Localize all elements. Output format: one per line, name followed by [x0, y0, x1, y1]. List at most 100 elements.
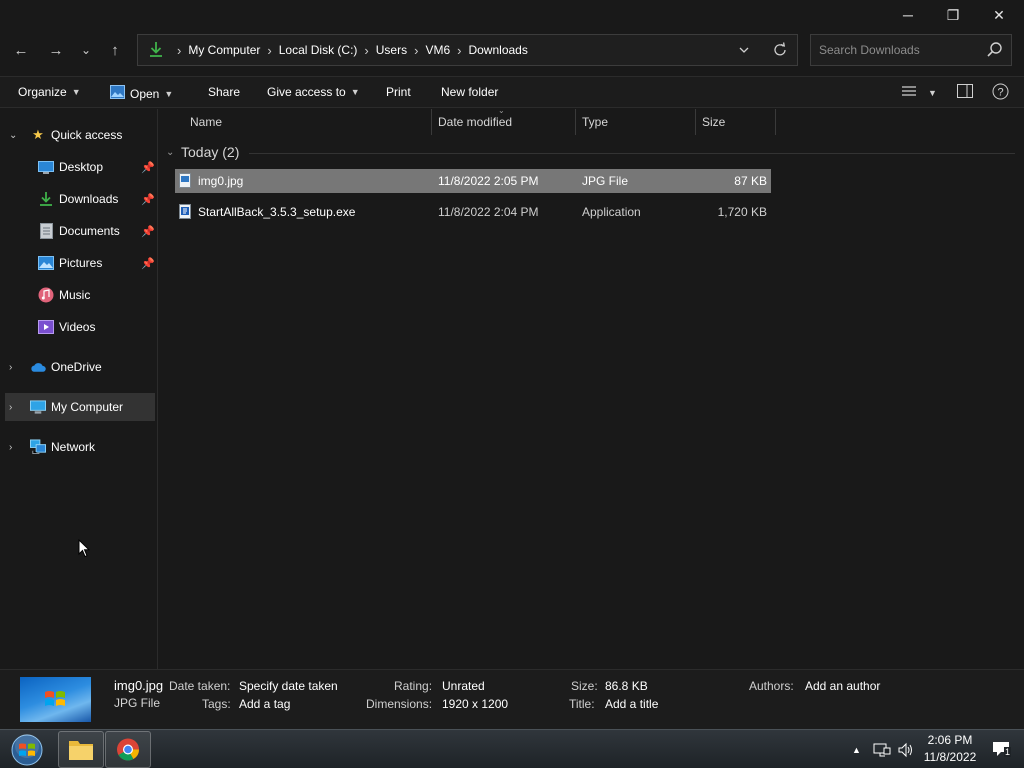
sidebar-item-onedrive[interactable]: › OneDrive [0, 353, 157, 381]
network-tray-icon[interactable] [873, 730, 891, 768]
star-icon: ★ [32, 127, 44, 142]
application-file-icon [179, 204, 191, 219]
chevron-down-icon: ▼ [71, 87, 81, 97]
preview-pane-button[interactable] [957, 84, 973, 101]
chevron-right-icon[interactable]: › [9, 442, 12, 453]
group-header[interactable]: Today (2) [181, 144, 239, 160]
share-button[interactable]: Share [208, 85, 240, 99]
chevron-down-icon: ▼ [928, 87, 937, 98]
address-bar[interactable]: › My Computer › Local Disk (C:) › Users … [137, 34, 798, 66]
start-button[interactable] [6, 732, 48, 768]
sidebar-item-desktop[interactable]: Desktop 📌 [0, 153, 157, 181]
sidebar-item-label: Music [59, 288, 91, 302]
table-row[interactable]: img0.jpg 11/8/2022 2:05 PM JPG File 87 K… [175, 169, 771, 193]
forward-button[interactable]: → [43, 36, 69, 64]
breadcrumb-my-computer[interactable]: My Computer [188, 43, 260, 57]
column-divider[interactable] [431, 109, 432, 135]
sidebar-item-downloads[interactable]: Downloads 📌 [0, 185, 157, 213]
title-value[interactable]: Add a title [605, 697, 658, 711]
system-clock[interactable]: 2:06 PM 11/8/2022 [915, 732, 985, 766]
breadcrumb-downloads[interactable]: Downloads [468, 43, 527, 57]
sidebar-item-label: OneDrive [51, 360, 102, 374]
desktop-icon [38, 159, 54, 175]
address-history-chevron-icon[interactable] [739, 41, 749, 62]
maximize-button[interactable]: ❐ [930, 0, 976, 30]
breadcrumb-vm6[interactable]: VM6 [425, 43, 450, 57]
chevron-right-icon[interactable]: › [9, 402, 12, 413]
back-button[interactable]: ← [8, 36, 34, 64]
size-label: Size: [571, 679, 598, 693]
column-divider[interactable] [775, 109, 776, 135]
breadcrumb-local-disk[interactable]: Local Disk (C:) [279, 43, 358, 57]
triangle-up-icon: ▲ [852, 744, 861, 755]
chevron-right-icon[interactable]: › [457, 43, 461, 58]
pin-icon: 📌 [141, 257, 155, 270]
notification-count: 1 [1004, 747, 1012, 757]
taskbar-chrome[interactable] [105, 731, 151, 768]
sidebar-item-documents[interactable]: Documents 📌 [0, 217, 157, 245]
sidebar-item-quick-access[interactable]: ⌄ ★ Quick access [0, 121, 157, 149]
tags-value[interactable]: Add a tag [239, 697, 290, 711]
print-button[interactable]: Print [386, 85, 411, 99]
column-divider[interactable] [695, 109, 696, 135]
sidebar-item-label: Desktop [59, 160, 104, 174]
search-input[interactable]: Search Downloads [819, 43, 920, 57]
breadcrumb-users[interactable]: Users [376, 43, 407, 57]
documents-icon [38, 223, 54, 239]
search-icon[interactable] [986, 41, 1002, 57]
sidebar-item-label: My Computer [51, 400, 124, 414]
sidebar-item-label: Pictures [59, 256, 103, 270]
view-options-button[interactable]: ▼ [901, 84, 937, 101]
new-folder-button[interactable]: New folder [441, 85, 498, 99]
volume-icon[interactable] [897, 730, 915, 768]
windows-orb-icon [11, 734, 43, 766]
pin-icon: 📌 [141, 193, 155, 206]
title-bar: ─ ❐ ✕ [0, 0, 1024, 30]
refresh-icon[interactable] [772, 39, 788, 65]
sidebar-item-label: Downloads [59, 192, 119, 206]
date-taken-value[interactable]: Specify date taken [239, 679, 338, 693]
open-button[interactable]: Open ▼ [110, 85, 173, 102]
organize-label: Organize [18, 85, 67, 99]
image-file-icon [179, 173, 191, 188]
organize-button[interactable]: Organize ▼ [18, 85, 81, 99]
give-access-button[interactable]: Give access to ▼ [267, 85, 360, 99]
sidebar-item-music[interactable]: Music [0, 281, 157, 309]
computer-icon [30, 399, 46, 415]
column-header-size[interactable]: Size [702, 109, 725, 135]
table-row[interactable]: StartAllBack_3.5.3_setup.exe 11/8/2022 2… [175, 200, 771, 224]
arrow-right-icon: → [48, 41, 64, 59]
chevron-right-icon: › [177, 42, 182, 58]
chevron-down-icon[interactable]: ⌄ [166, 147, 174, 158]
folder-icon [69, 741, 93, 760]
videos-icon [38, 319, 54, 335]
details-view-icon [901, 84, 917, 101]
chevron-down-icon[interactable]: ⌄ [9, 130, 17, 141]
chevron-right-icon[interactable]: › [9, 362, 12, 373]
action-center-button[interactable]: 1 [992, 730, 1014, 768]
mouse-cursor-icon [78, 538, 91, 558]
column-header-name[interactable]: Name [190, 109, 222, 135]
taskbar-file-explorer[interactable] [58, 731, 104, 768]
column-header-type[interactable]: Type [582, 109, 608, 135]
file-date: 11/8/2022 2:04 PM [438, 205, 539, 219]
chevron-right-icon[interactable]: › [267, 43, 271, 58]
details-pane: img0.jpg JPG File Date taken: Specify da… [0, 669, 1024, 729]
sidebar-item-videos[interactable]: Videos [0, 313, 157, 341]
up-button[interactable]: ↑ [102, 36, 128, 64]
minimize-button[interactable]: ─ [885, 0, 931, 30]
recent-locations-button[interactable]: ⌄ [73, 36, 99, 64]
sidebar-item-network[interactable]: › Network [0, 433, 157, 461]
sidebar-item-my-computer[interactable]: › My Computer [5, 393, 155, 421]
close-button[interactable]: ✕ [976, 0, 1022, 30]
help-button[interactable]: ? [992, 83, 1009, 103]
authors-value[interactable]: Add an author [805, 679, 880, 693]
downloads-folder-icon [148, 41, 164, 59]
search-box[interactable]: Search Downloads [810, 34, 1012, 66]
chevron-right-icon[interactable]: › [364, 43, 368, 58]
show-hidden-icons-button[interactable]: ▲ [852, 730, 861, 768]
chevron-right-icon[interactable]: › [414, 43, 418, 58]
sidebar-item-pictures[interactable]: Pictures 📌 [0, 249, 157, 277]
column-divider[interactable] [575, 109, 576, 135]
rating-value[interactable]: Unrated [442, 679, 485, 693]
